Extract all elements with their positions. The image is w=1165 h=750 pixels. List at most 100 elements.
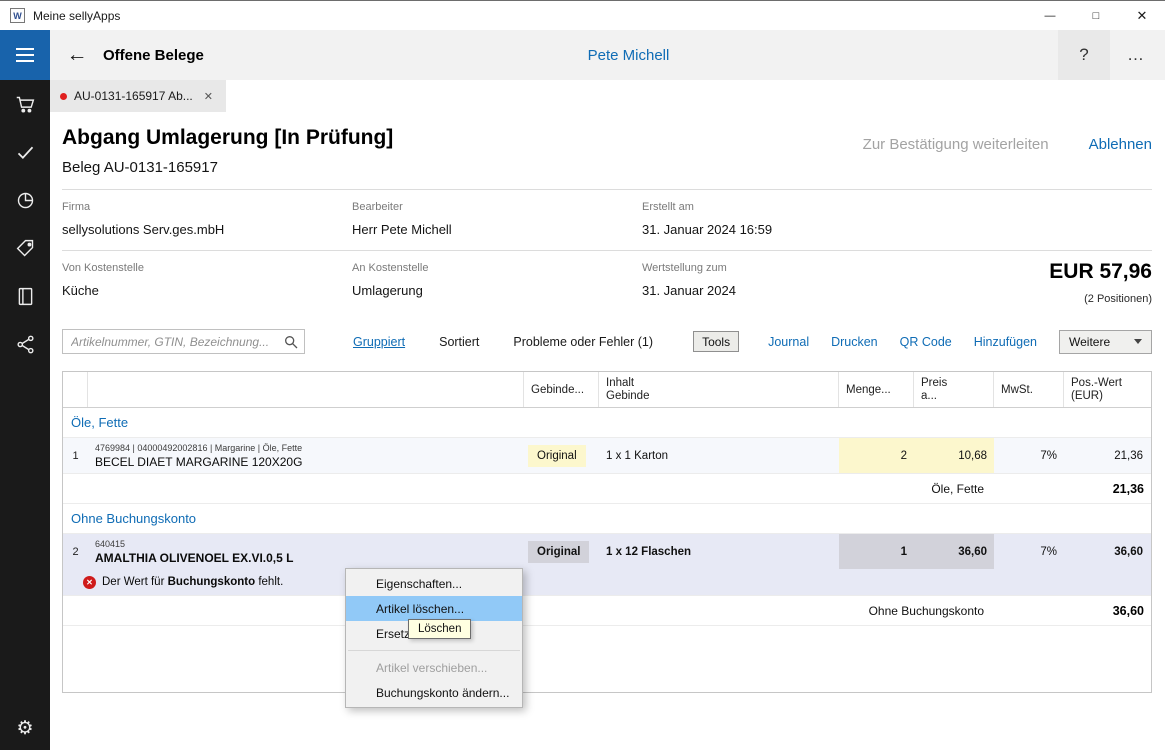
- tab-close-icon[interactable]: ✕: [201, 88, 216, 105]
- tab-label: AU-0131-165917 Ab...: [74, 89, 194, 103]
- document-number: Beleg AU-0131-165917: [62, 159, 393, 176]
- page-title: Offene Belege: [103, 30, 204, 80]
- document-content: Abgang Umlagerung [In Prüfung] Beleg AU-…: [50, 112, 1165, 693]
- search-input[interactable]: [63, 330, 304, 353]
- error-icon: ✕: [83, 576, 96, 589]
- article-meta: 4769984 | 04000492002816 | Margarine | Ö…: [95, 443, 302, 453]
- document-title: Abgang Umlagerung [In Prüfung]: [62, 126, 393, 150]
- mwst-value: 7%: [994, 438, 1064, 473]
- share-icon[interactable]: [13, 332, 37, 356]
- app-icon: W: [10, 8, 25, 23]
- search-box: [62, 329, 305, 354]
- problems-filter[interactable]: Probleme oder Fehler (1): [513, 335, 653, 349]
- sorted-toggle[interactable]: Sortiert: [439, 335, 479, 349]
- hamburger-menu-button[interactable]: [0, 30, 50, 80]
- close-button[interactable]: ✕: [1119, 1, 1165, 30]
- validation-error-message: ✕ Der Wert für Buchungskonto fehlt.: [63, 569, 1151, 595]
- col-inhalt-gebinde: Inhalt Gebinde: [599, 372, 839, 407]
- row-number: 1: [63, 438, 88, 473]
- items-toolbar: Gruppiert Sortiert Probleme oder Fehler …: [62, 328, 1152, 355]
- items-table: Gebinde... Inhalt Gebinde Menge... Preis…: [62, 371, 1152, 693]
- grouped-toggle[interactable]: Gruppiert: [353, 335, 405, 349]
- maximize-button[interactable]: □: [1073, 1, 1119, 30]
- menge-value[interactable]: 1: [839, 534, 914, 569]
- pie-chart-icon[interactable]: [13, 188, 37, 212]
- titlebar: W Meine sellyApps — □ ✕: [0, 0, 1165, 30]
- tools-button[interactable]: Tools: [693, 331, 739, 352]
- subtotal-value: 21,36: [994, 474, 1150, 503]
- group-header-ohne-buchungskonto[interactable]: Ohne Buchungskonto: [63, 504, 1151, 534]
- qr-code-link[interactable]: QR Code: [900, 335, 952, 349]
- menge-value[interactable]: 2: [839, 438, 914, 473]
- print-link[interactable]: Drucken: [831, 335, 878, 349]
- journal-icon[interactable]: [13, 284, 37, 308]
- subtotal-label: Ohne Buchungskonto: [63, 596, 994, 625]
- gear-icon[interactable]: ⚙: [0, 717, 50, 740]
- app-window: W Meine sellyApps — □ ✕ ← Offene Belege …: [0, 0, 1165, 750]
- field-bearbeiter: Bearbeiter Herr Pete Michell: [352, 201, 642, 237]
- mwst-value: 7%: [994, 534, 1064, 569]
- search-icon: [283, 334, 299, 350]
- gebinde-value[interactable]: Original: [528, 445, 586, 467]
- article-description: 640415 AMALTHIA OLIVENOEL EX.VI.0,5 L: [88, 534, 524, 569]
- article-name: BECEL DIAET MARGARINE 120X20G: [95, 455, 302, 469]
- menu-separator: [348, 650, 520, 651]
- forward-for-approval-button[interactable]: Zur Bestätigung weiterleiten: [863, 136, 1049, 153]
- unsaved-indicator-dot: [60, 93, 67, 100]
- app-header: ← Offene Belege Pete Michell ? …: [0, 30, 1165, 80]
- menu-item-eigenschaften[interactable]: Eigenschaften...: [346, 571, 522, 596]
- table-row-2-selected[interactable]: 2 640415 AMALTHIA OLIVENOEL EX.VI.0,5 L …: [63, 534, 1151, 596]
- gebinde-value[interactable]: Original: [528, 541, 589, 563]
- col-preis: Preis a...: [914, 372, 994, 407]
- help-button[interactable]: ?: [1058, 30, 1110, 80]
- doc-title-block: Abgang Umlagerung [In Prüfung] Beleg AU-…: [62, 126, 393, 176]
- chevron-down-icon: [1134, 339, 1142, 344]
- tooltip: Löschen: [408, 619, 471, 639]
- field-von-kostenstelle: Von Kostenstelle Küche: [62, 262, 352, 298]
- col-gebinde: Gebinde...: [524, 372, 599, 407]
- checkmark-icon[interactable]: [13, 140, 37, 164]
- window-title: Meine sellyApps: [33, 9, 120, 23]
- meta-fields-row2: Von Kostenstelle Küche An Kostenstelle U…: [62, 251, 1152, 318]
- table-empty-space: [63, 626, 1151, 692]
- col-mwst: MwSt.: [994, 372, 1064, 407]
- field-erstellt-am: Erstellt am 31. Januar 2024 16:59: [642, 201, 1152, 237]
- more-options-button[interactable]: …: [1115, 30, 1157, 80]
- inhalt-value: 1 x 1 Karton: [599, 438, 839, 473]
- subtotal-row-oele-fette: Öle, Fette 21,36: [63, 474, 1151, 504]
- inhalt-value: 1 x 12 Flaschen: [599, 534, 839, 569]
- col-pos-wert: Pos.-Wert (EUR): [1064, 372, 1150, 407]
- row-number: 2: [63, 534, 88, 569]
- back-button[interactable]: ←: [60, 30, 94, 80]
- menu-item-artikel-loeschen[interactable]: Artikel löschen...: [346, 596, 522, 621]
- add-item-link[interactable]: Hinzufügen: [974, 335, 1037, 349]
- document-tab[interactable]: AU-0131-165917 Ab... ✕: [50, 80, 226, 112]
- current-user-link[interactable]: Pete Michell: [588, 30, 670, 80]
- cart-icon[interactable]: [13, 92, 37, 116]
- journal-link[interactable]: Journal: [768, 335, 809, 349]
- group-header-oele-fette[interactable]: Öle, Fette: [63, 408, 1151, 438]
- subtotal-row-ohne-buchungskonto: Ohne Buchungskonto 36,60: [63, 596, 1151, 626]
- table-header-row: Gebinde... Inhalt Gebinde Menge... Preis…: [63, 372, 1151, 408]
- menu-item-buchungskonto-aendern[interactable]: Buchungskonto ändern...: [346, 680, 522, 705]
- subtotal-value: 36,60: [994, 596, 1150, 625]
- pos-wert-value: 21,36: [1064, 438, 1150, 473]
- total-box: EUR 57,96 (2 Positionen): [1049, 260, 1152, 305]
- minimize-button[interactable]: —: [1027, 1, 1073, 30]
- subtotal-label: Öle, Fette: [63, 474, 994, 503]
- position-count: (2 Positionen): [1049, 293, 1152, 305]
- main-area: AU-0131-165917 Ab... ✕ Abgang Umlagerung…: [50, 80, 1165, 750]
- tag-icon[interactable]: [13, 236, 37, 260]
- article-description: 4769984 | 04000492002816 | Margarine | Ö…: [88, 438, 524, 473]
- col-menge: Menge...: [839, 372, 914, 407]
- field-firma: Firma sellysolutions Serv.ges.mbH: [62, 201, 352, 237]
- table-row-1[interactable]: 1 4769984 | 04000492002816 | Margarine |…: [63, 438, 1151, 474]
- preis-value[interactable]: 10,68: [914, 438, 994, 473]
- meta-fields-row1: Firma sellysolutions Serv.ges.mbH Bearbe…: [62, 190, 1152, 250]
- preis-value[interactable]: 36,60: [914, 534, 994, 569]
- more-actions-dropdown[interactable]: Weitere: [1059, 330, 1152, 354]
- reject-button[interactable]: Ablehnen: [1089, 136, 1152, 153]
- hamburger-icon: [16, 48, 34, 50]
- tab-strip: AU-0131-165917 Ab... ✕: [50, 80, 1165, 112]
- field-an-kostenstelle: An Kostenstelle Umlagerung: [352, 262, 642, 298]
